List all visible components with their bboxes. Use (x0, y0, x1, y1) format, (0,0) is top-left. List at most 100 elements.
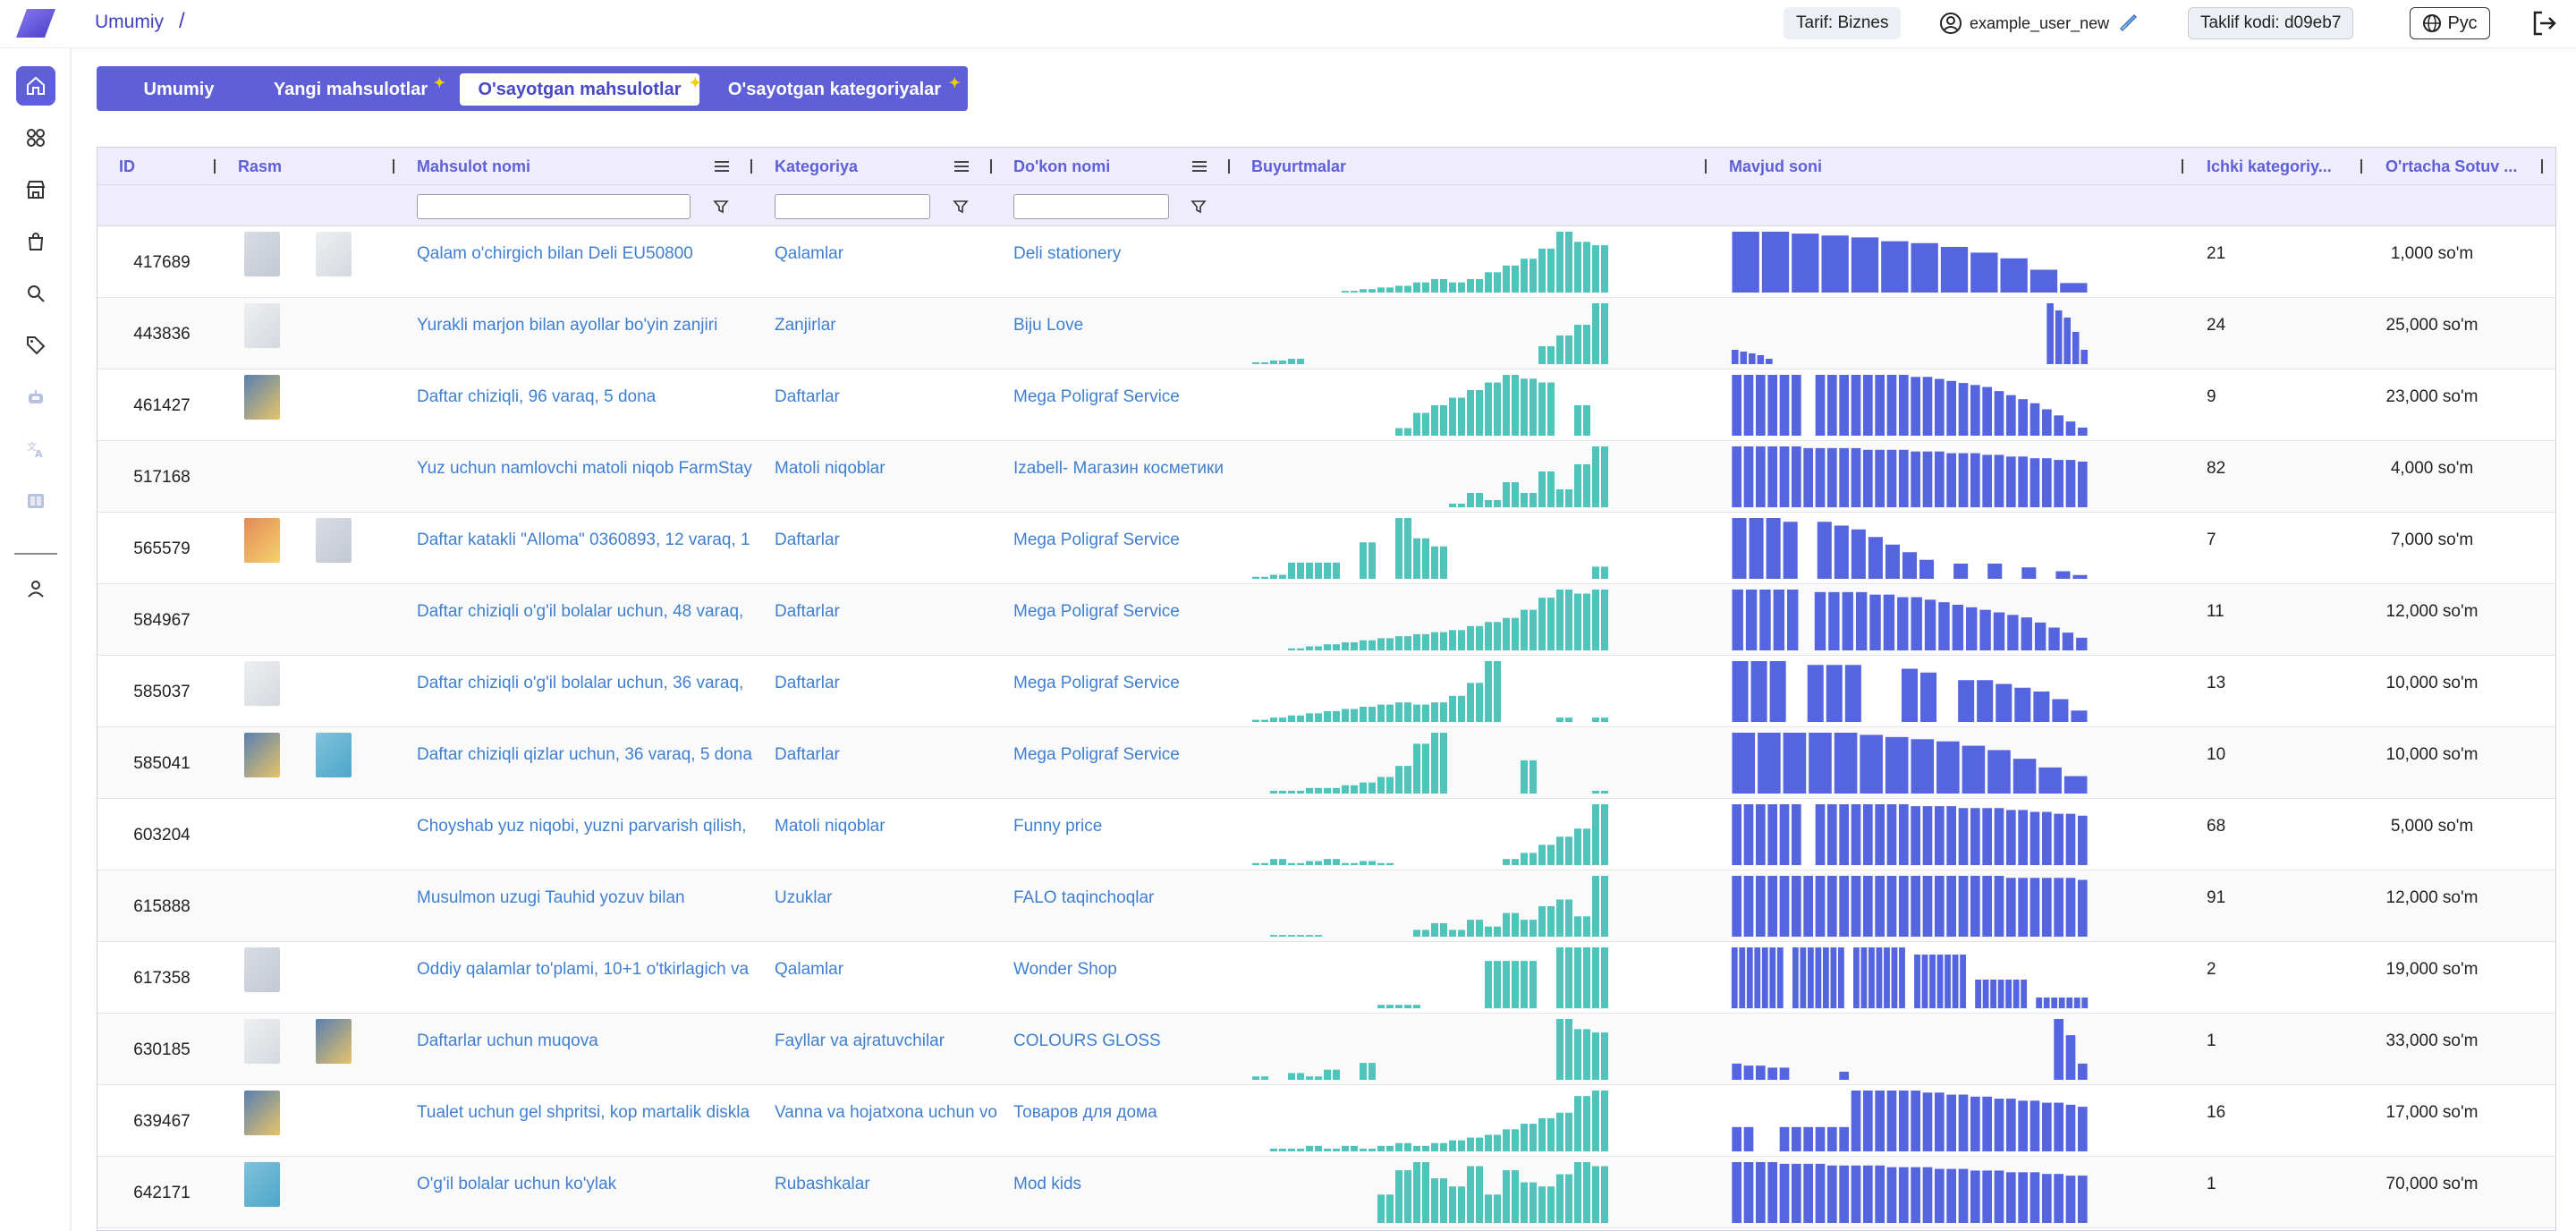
category-link[interactable]: Qalamlar (775, 960, 1002, 980)
table-row[interactable]: 617358 Oddiy qalamlar to'plami, 10+1 o'tk… (97, 942, 2555, 1014)
product-name-link[interactable]: Tualet uchun gel shpritsi, kop martalik … (417, 1103, 762, 1123)
product-thumbnail[interactable] (244, 232, 280, 276)
category-link[interactable]: Zanjirlar (775, 316, 1002, 335)
table-row[interactable]: 585041 Daftar chiziqli qizlar uchun, 36 v… (97, 727, 2555, 799)
column-header-category[interactable]: Kategoriya (775, 148, 953, 185)
tariff-badge[interactable]: Tarif: Biznes (1784, 7, 1902, 39)
tab-growing-categories[interactable]: O'sayotgan kategoriyalar ✦ (717, 73, 961, 106)
table-row[interactable]: 639467 Tualet uchun gel shpritsi, kop mar… (97, 1085, 2555, 1157)
product-thumbnail[interactable] (244, 518, 280, 563)
product-images[interactable] (242, 804, 412, 854)
sidebar-item-profile[interactable] (16, 569, 55, 608)
tab-general[interactable]: Umumiy (113, 73, 245, 106)
product-images[interactable] (242, 590, 412, 640)
sidebar-item-products[interactable] (16, 222, 55, 261)
product-name-link[interactable]: Oddiy qalamlar to'plami, 10+1 o'tkirlagi… (417, 960, 762, 980)
column-menu-icon[interactable] (1192, 160, 1207, 173)
table-row[interactable]: 585037 Daftar chiziqli o'g'il bolalar uch… (97, 656, 2555, 727)
column-resize-handle[interactable] (990, 159, 992, 174)
category-link[interactable]: Qalamlar (775, 244, 1002, 264)
sidebar-item-categories[interactable] (16, 118, 55, 157)
column-resize-handle[interactable] (2182, 159, 2183, 174)
breadcrumb[interactable]: Umumiy (95, 12, 164, 33)
product-name-link[interactable]: Musulmon uzugi Tauhid yozuv bilan (417, 888, 762, 908)
product-thumbnail[interactable] (244, 1162, 280, 1207)
category-link[interactable]: Vanna va hojatxona uchun vo (775, 1103, 1002, 1123)
product-images[interactable] (242, 1162, 412, 1212)
column-resize-handle[interactable] (393, 159, 394, 174)
column-header-stock[interactable]: Mavjud soni (1729, 148, 1997, 185)
product-name-link[interactable]: O'g'il bolalar uchun ko'ylak (417, 1175, 762, 1194)
category-link[interactable]: Matoli niqoblar (775, 459, 1002, 479)
column-resize-handle[interactable] (2360, 159, 2362, 174)
sidebar-item-home[interactable] (16, 66, 55, 106)
product-name-link[interactable]: Daftarlar uchun muqova (417, 1031, 762, 1051)
column-header-orders[interactable]: Buyurtmalar (1251, 148, 1520, 185)
category-filter-input[interactable] (775, 194, 930, 219)
sidebar-item-tags[interactable] (16, 326, 55, 365)
shop-link[interactable]: Mega Poligraf Service (1013, 745, 1237, 765)
category-link[interactable]: Daftarlar (775, 745, 1002, 765)
tab-growing-products[interactable]: O'sayotgan mahsulotlar ✦ (460, 73, 701, 106)
product-name-link[interactable]: Choyshab yuz niqobi, yuzni parvarish qil… (417, 817, 762, 836)
user-profile[interactable]: example_user_new (1939, 7, 2140, 39)
table-row[interactable]: 565579 Daftar katakli "Alloma" 0360893, 1… (97, 513, 2555, 584)
table-row[interactable]: 461427 Daftar chiziqli, 96 varaq, 5 dona D… (97, 369, 2555, 441)
product-thumbnail[interactable] (316, 733, 352, 777)
shop-link[interactable]: Mega Poligraf Service (1013, 602, 1237, 622)
category-link[interactable]: Daftarlar (775, 387, 1002, 407)
shop-link[interactable]: Товаров для дома (1013, 1103, 1237, 1123)
product-images[interactable] (242, 947, 412, 998)
filter-icon[interactable] (713, 199, 729, 215)
product-images[interactable] (242, 1019, 412, 1069)
shop-link[interactable]: Biju Love (1013, 316, 1237, 335)
column-resize-handle[interactable] (750, 159, 752, 174)
logout-icon[interactable] (2529, 9, 2558, 38)
column-menu-icon[interactable] (954, 160, 969, 173)
column-header-shop[interactable]: Do'kon nomi (1013, 148, 1192, 185)
product-images[interactable] (242, 518, 412, 568)
category-link[interactable]: Uzuklar (775, 888, 1002, 908)
category-link[interactable]: Rubashkalar (775, 1175, 1002, 1194)
shop-link[interactable]: FALO taqinchoqlar (1013, 888, 1237, 908)
category-link[interactable]: Matoli niqoblar (775, 817, 1002, 836)
table-row[interactable]: 603204 Choyshab yuz niqobi, yuzni parvari… (97, 799, 2555, 870)
product-thumbnail[interactable] (316, 232, 352, 276)
language-selector[interactable]: Рус (2410, 7, 2490, 39)
shop-filter-input[interactable] (1013, 194, 1169, 219)
product-thumbnail[interactable] (244, 733, 280, 777)
table-row[interactable]: 584967 Daftar chiziqli o'g'il bolalar uch… (97, 584, 2555, 656)
column-header-name[interactable]: Mahsulot nomi (417, 148, 685, 185)
shop-link[interactable]: Funny price (1013, 817, 1237, 836)
category-link[interactable]: Fayllar va ajratuvchilar (775, 1031, 1002, 1051)
product-thumbnail[interactable] (244, 375, 280, 420)
shop-link[interactable]: COLOURS GLOSS (1013, 1031, 1237, 1051)
column-menu-icon[interactable] (715, 160, 729, 173)
product-thumbnail[interactable] (244, 1019, 280, 1064)
column-header-avg-price[interactable]: O'rtacha Sotuv ... (2385, 148, 2520, 185)
column-resize-handle[interactable] (1705, 159, 1707, 174)
product-name-link[interactable]: Qalam o'chirgich bilan Deli EU50800 (417, 244, 762, 264)
category-link[interactable]: Daftarlar (775, 602, 1002, 622)
table-row[interactable]: 630185 Daftarlar uchun muqova Fayllar va a… (97, 1014, 2555, 1085)
column-header-image[interactable]: Rasm (238, 148, 345, 185)
filter-icon[interactable] (953, 199, 969, 215)
product-images[interactable] (242, 446, 412, 497)
product-thumbnail[interactable] (244, 947, 280, 992)
sidebar-item-shops[interactable] (16, 170, 55, 209)
column-header-id[interactable]: ID (119, 148, 199, 185)
product-images[interactable] (242, 232, 412, 282)
product-name-link[interactable]: Daftar katakli "Alloma" 0360893, 12 vara… (417, 531, 762, 550)
product-images[interactable] (242, 661, 412, 711)
product-name-link[interactable]: Yurakli marjon bilan ayollar bo'yin zanj… (417, 316, 762, 335)
shop-link[interactable]: Mega Poligraf Service (1013, 387, 1237, 407)
product-thumbnail[interactable] (316, 1019, 352, 1064)
category-link[interactable]: Daftarlar (775, 674, 1002, 693)
shop-link[interactable]: Izabell- Магазин косметики (1013, 459, 1237, 479)
table-row[interactable]: 517168 Yuz uchun namlovchi matoli niqob F… (97, 441, 2555, 513)
sidebar-item-search[interactable] (16, 274, 55, 313)
filter-icon[interactable] (1191, 199, 1207, 215)
product-images[interactable] (242, 733, 412, 783)
tab-new-products[interactable]: Yangi mahsulotlar ✦ (263, 73, 445, 106)
shop-link[interactable]: Mega Poligraf Service (1013, 674, 1237, 693)
